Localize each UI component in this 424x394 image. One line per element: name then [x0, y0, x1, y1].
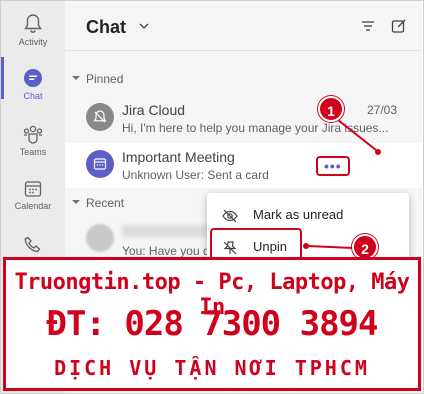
section-label: Recent [86, 196, 125, 210]
callout-1: 1 [318, 96, 344, 122]
mark-unread-icon [222, 209, 238, 223]
chat-row-important-meeting[interactable]: Important Meeting Unknown User: Sent a c… [65, 143, 422, 188]
chat-preview: Hi, I'm here to help you manage your Jir… [122, 121, 389, 135]
menu-item-mark-unread[interactable]: Mark as unread [207, 199, 409, 231]
calendar-meeting-icon [93, 158, 107, 170]
filter-icon[interactable] [359, 17, 377, 35]
unpin-highlight [210, 228, 302, 260]
avatar [86, 224, 114, 252]
section-label: Pinned [86, 72, 124, 86]
chevron-down-icon [72, 200, 80, 204]
rail-item-chat[interactable]: Chat [1, 59, 65, 113]
avatar [86, 150, 114, 178]
rail-item-calendar[interactable]: Calendar [1, 171, 65, 225]
chat-header: Chat [65, 1, 422, 51]
rail-label: Calendar [14, 201, 52, 211]
chevron-down-icon[interactable] [137, 19, 151, 33]
calendar-icon [24, 181, 42, 197]
watermark-banner: Truongtin.top - Pc, Laptop, Máy In ĐT: 0… [3, 257, 421, 391]
rail-label: Chat [23, 91, 43, 101]
rail-item-activity[interactable]: Activity [1, 5, 65, 59]
teams-icon [23, 125, 43, 144]
phone-icon [24, 236, 41, 253]
bell-icon [24, 14, 42, 33]
banner-line-2: ĐT: 028 7300 3894 [46, 304, 379, 344]
chat-name: Jira Cloud [122, 102, 186, 118]
avatar [86, 103, 114, 131]
chat-name: Important Meeting [122, 149, 235, 165]
new-chat-icon[interactable] [390, 17, 408, 35]
rail-item-teams[interactable]: Teams [1, 115, 65, 169]
muted-bell-icon [93, 110, 107, 123]
menu-item-label: Mark as unread [253, 207, 344, 222]
rail-label: Activity [18, 37, 48, 47]
chevron-down-icon [72, 76, 80, 80]
chat-time: 27/03 [366, 103, 397, 117]
ellipsis-icon: ••• [324, 158, 342, 174]
page-title: Chat [86, 17, 126, 37]
banner-line-3: DỊCH VỤ TẬN NƠI TPHCM [54, 356, 370, 380]
blurred-name [122, 225, 212, 237]
section-pinned[interactable]: Pinned [65, 69, 422, 91]
chat-row-jira-cloud[interactable]: Jira Cloud Hi, I'm here to help you mana… [65, 96, 422, 141]
rail-label: Teams [19, 147, 47, 157]
more-options-button[interactable]: ••• [316, 156, 350, 176]
chat-icon [24, 69, 42, 87]
